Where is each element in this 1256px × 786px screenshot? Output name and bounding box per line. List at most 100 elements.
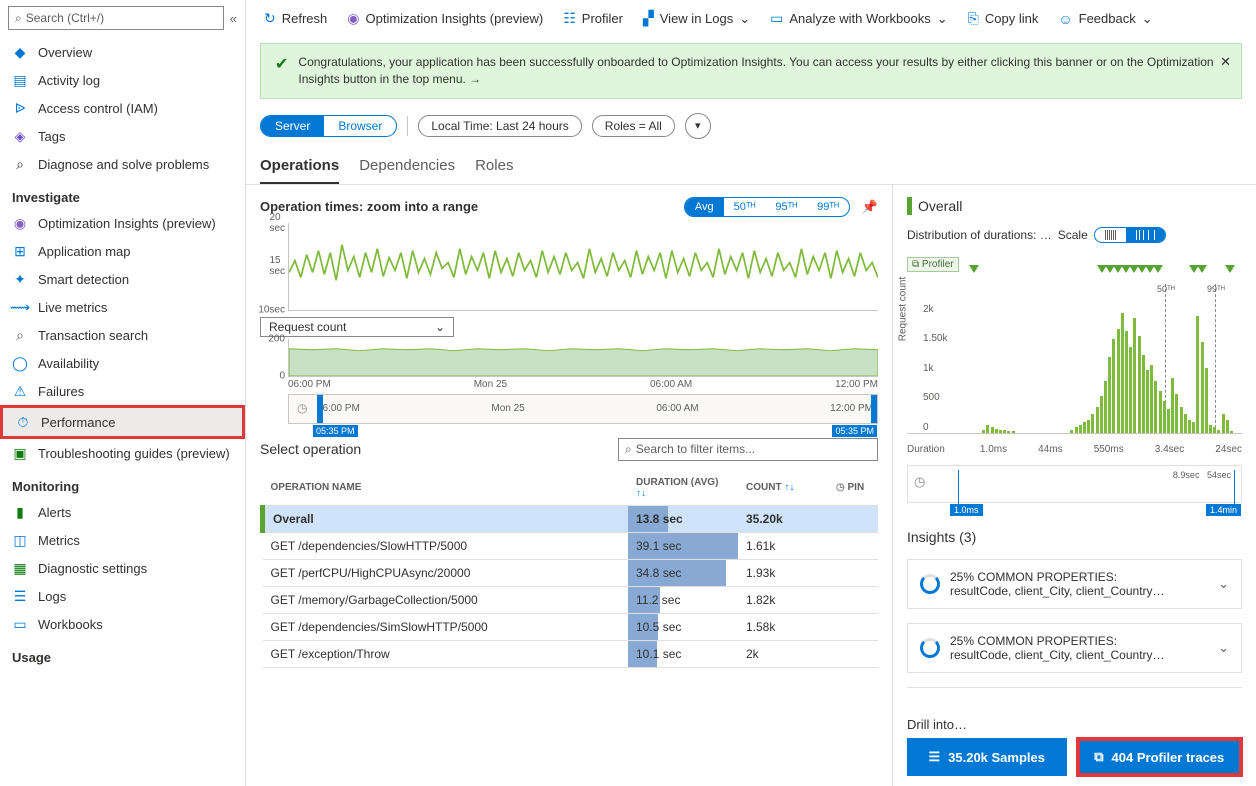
profiler-tag[interactable]: ⧉ Profiler xyxy=(907,257,959,272)
table-row[interactable]: Overall 13.8 sec 35.20k xyxy=(263,505,879,532)
copy-link-button[interactable]: ⎘Copy link xyxy=(960,6,1047,31)
sidebar-item-alerts[interactable]: ▮Alerts xyxy=(0,498,245,526)
scale-linear[interactable] xyxy=(1095,228,1126,242)
pin-icon[interactable]: 📌 xyxy=(862,199,878,215)
op-count: 35.20k xyxy=(738,505,828,532)
filter-icon-button[interactable]: ▾ xyxy=(685,113,711,139)
refresh-button[interactable]: ↻Refresh xyxy=(256,6,335,31)
nav-icon: ⏱ xyxy=(15,414,31,430)
sidebar-item-transaction-search[interactable]: ⌕Transaction search xyxy=(0,321,245,349)
insight-card-2[interactable]: 25% COMMON PROPERTIES: resultCode, clien… xyxy=(907,623,1242,673)
table-row[interactable]: GET /memory/GarbageCollection/5000 11.2 … xyxy=(263,586,879,613)
scale-log[interactable] xyxy=(1126,228,1165,242)
server-browser-toggle[interactable]: Server Browser xyxy=(260,115,397,137)
sidebar: ⌕ Search (Ctrl+/) « ◆Overview▤Activity l… xyxy=(0,0,246,786)
percentile-50[interactable]: 50ᵀᴴ xyxy=(724,198,766,216)
percentile-toggle[interactable]: Avg 50ᵀᴴ 95ᵀᴴ 99ᵀᴴ xyxy=(684,197,850,217)
collapse-sidebar-button[interactable]: « xyxy=(230,11,237,26)
profiler-button[interactable]: ☷Profiler xyxy=(555,6,631,31)
duration-range-slider[interactable]: ◷ 8.9sec 54sec 1.0ms 1.4min xyxy=(907,465,1242,503)
sidebar-item-failures[interactable]: ⚠Failures xyxy=(0,377,245,405)
sidebar-item-availability[interactable]: ◯Availability xyxy=(0,349,245,377)
col-count[interactable]: COUNT ↑↓ xyxy=(738,471,828,506)
op-duration: 11.2 sec xyxy=(628,586,738,613)
operation-times-chart[interactable]: 20 sec 15 sec 10sec xyxy=(288,223,878,311)
scale-toggle[interactable] xyxy=(1094,227,1166,243)
table-row[interactable]: GET /perfCPU/HighCPUAsync/20000 34.8 sec… xyxy=(263,559,879,586)
time-axis: 06:00 PMMon 2506:00 AM12:00 PM xyxy=(288,377,878,392)
refresh-icon: ↻ xyxy=(264,10,276,27)
op-pin[interactable] xyxy=(828,559,878,586)
op-pin[interactable] xyxy=(828,586,878,613)
sidebar-item-logs[interactable]: ☰ Logs xyxy=(0,582,245,610)
search-icon: ⌕ xyxy=(625,442,632,457)
tab-roles[interactable]: Roles xyxy=(475,151,513,184)
col-pin[interactable]: ◷ PIN xyxy=(828,471,878,506)
roles-filter[interactable]: Roles = All xyxy=(592,115,675,137)
logs-icon: ▞ xyxy=(643,10,654,27)
duration-histogram[interactable]: Request count 2k1.50k1k5000 50ᵀᴴ 99ᵀᴴ xyxy=(907,304,1242,434)
nav-label: Tags xyxy=(38,129,65,144)
sidebar-item-tags[interactable]: ◈Tags xyxy=(0,122,245,150)
brush-end-time: 05:35 PM xyxy=(832,425,877,437)
optimization-insights-button[interactable]: ◉Optimization Insights (preview) xyxy=(339,6,551,31)
sidebar-item-troubleshooting-guides-preview-[interactable]: ▣Troubleshooting guides (preview) xyxy=(0,439,245,467)
op-pin[interactable] xyxy=(828,640,878,667)
table-row[interactable]: GET /dependencies/SlowHTTP/5000 39.1 sec… xyxy=(263,532,879,559)
close-icon[interactable]: ✕ xyxy=(1220,54,1231,70)
insight-card-1[interactable]: 25% COMMON PROPERTIES: resultCode, clien… xyxy=(907,559,1242,609)
sidebar-item-metrics[interactable]: ◫Metrics xyxy=(0,526,245,554)
brush-start-handle[interactable] xyxy=(317,395,323,423)
onboarding-banner[interactable]: ✔ Congratulations, your application has … xyxy=(260,43,1242,99)
op-pin[interactable] xyxy=(828,613,878,640)
nav-icon: ✦ xyxy=(12,271,28,287)
op-pin[interactable] xyxy=(828,532,878,559)
table-row[interactable]: GET /exception/Throw 10.1 sec 2k xyxy=(263,640,879,667)
sidebar-item-diagnostic-settings[interactable]: ▦Diagnostic settings xyxy=(0,554,245,582)
profiler-traces-button[interactable]: ⧉ 404 Profiler traces xyxy=(1077,738,1243,776)
sidebar-item-access-control-iam-[interactable]: ᐉAccess control (IAM) xyxy=(0,94,245,122)
tab-operations[interactable]: Operations xyxy=(260,151,339,184)
col-name[interactable]: OPERATION NAME xyxy=(263,471,629,506)
timerange-filter[interactable]: Local Time: Last 24 hours xyxy=(418,115,581,137)
sidebar-item-live-metrics[interactable]: ⟿Live metrics xyxy=(0,293,245,321)
percentile-avg[interactable]: Avg xyxy=(685,198,724,216)
samples-button[interactable]: ☰ 35.20k Samples xyxy=(907,738,1067,776)
workbook-icon: ▭ xyxy=(770,10,783,27)
distribution-title: Distribution of durations: … xyxy=(907,228,1052,242)
feedback-button[interactable]: ☺Feedback ⌄ xyxy=(1050,7,1160,31)
sidebar-item-performance[interactable]: ⏱Performance xyxy=(0,405,245,439)
server-pill[interactable]: Server xyxy=(261,116,324,136)
sidebar-search-input[interactable]: ⌕ Search (Ctrl+/) xyxy=(8,6,224,30)
percentile-95[interactable]: 95ᵀᴴ xyxy=(765,198,807,216)
chevron-down-icon: ⌄ xyxy=(739,11,750,27)
sidebar-item-application-map[interactable]: ⊞Application map xyxy=(0,237,245,265)
table-row[interactable]: GET /dependencies/SimSlowHTTP/5000 10.5 … xyxy=(263,613,879,640)
request-count-chart[interactable]: 200 0 xyxy=(288,339,878,377)
time-brush[interactable]: ◷ 06:00 PMMon 2506:00 AM12:00 PM 05:35 P… xyxy=(288,394,878,424)
insights-title: Insights (3) xyxy=(907,529,1242,545)
browser-pill[interactable]: Browser xyxy=(324,116,396,136)
nav-icon: ⊞ xyxy=(12,243,28,259)
operation-filter-input[interactable]: ⌕ Search to filter items... xyxy=(618,438,878,461)
operations-table: OPERATION NAME DURATION (AVG) ↑↓ COUNT ↑… xyxy=(260,471,878,668)
brush-end-handle[interactable] xyxy=(871,395,877,423)
nav-label: Smart detection xyxy=(38,272,129,287)
col-duration[interactable]: DURATION (AVG) ↑↓ xyxy=(628,471,738,506)
nav-icon: ⟿ xyxy=(12,299,28,315)
drill-into-label: Drill into… xyxy=(907,717,1242,732)
sidebar-item-workbooks[interactable]: ▭Workbooks xyxy=(0,610,245,638)
nav-label: Logs xyxy=(38,589,66,604)
sidebar-item-diagnose-and-solve-problems[interactable]: ⌕Diagnose and solve problems xyxy=(0,150,245,178)
op-pin[interactable] xyxy=(828,505,878,532)
view-in-logs-button[interactable]: ▞View in Logs ⌄ xyxy=(635,6,758,31)
tab-dependencies[interactable]: Dependencies xyxy=(359,151,455,184)
sidebar-item-overview[interactable]: ◆Overview xyxy=(0,38,245,66)
sidebar-item-smart-detection[interactable]: ✦ Smart detection xyxy=(0,265,245,293)
percentile-99[interactable]: 99ᵀᴴ xyxy=(807,198,849,216)
sidebar-item-optimization-insights-preview-[interactable]: ◉Optimization Insights (preview) xyxy=(0,209,245,237)
sidebar-item-activity-log[interactable]: ▤Activity log xyxy=(0,66,245,94)
request-count-dropdown[interactable]: Request count ⌄ xyxy=(260,317,454,337)
analyze-workbooks-button[interactable]: ▭Analyze with Workbooks ⌄ xyxy=(762,6,956,31)
nav-icon: ☰ xyxy=(12,588,28,604)
